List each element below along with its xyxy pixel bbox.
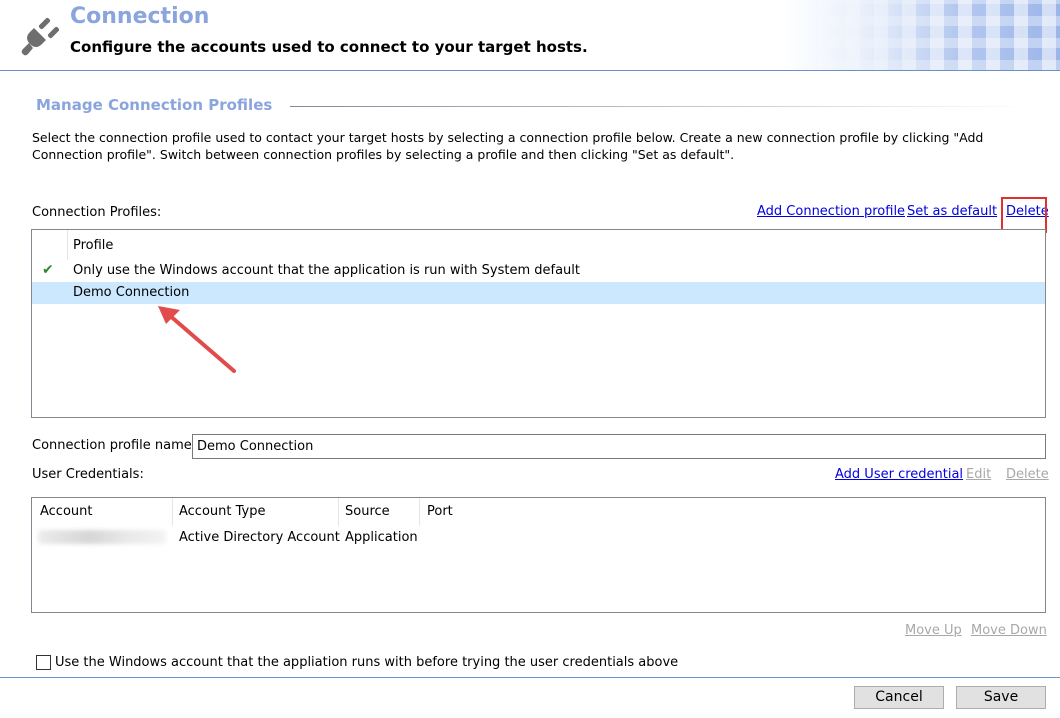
header-decoration	[790, 0, 1060, 70]
source-column-header[interactable]: Source	[345, 504, 390, 519]
credentials-table[interactable]: Account Account Type Source Port Active …	[31, 497, 1046, 613]
column-separator	[172, 498, 173, 526]
add-user-credential-link[interactable]: Add User credential	[835, 467, 963, 482]
profile-name-input[interactable]	[192, 434, 1046, 459]
checkmark-icon: ✔	[42, 262, 54, 278]
column-separator	[67, 230, 68, 260]
redacted-account-name	[38, 530, 166, 544]
section-description: Select the connection profile used to co…	[32, 130, 984, 162]
move-down-link[interactable]: Move Down	[971, 623, 1047, 638]
footer-divider	[0, 677, 1060, 678]
red-arrow-annotation	[158, 306, 236, 373]
move-up-link[interactable]: Move Up	[905, 623, 962, 638]
add-connection-profile-link[interactable]: Add Connection profile	[757, 204, 905, 219]
use-windows-account-label: Use the Windows account that the appliat…	[55, 655, 679, 670]
account-column-header[interactable]: Account	[40, 504, 93, 519]
column-separator	[338, 498, 339, 526]
page-subtitle: Configure the accounts used to connect t…	[70, 38, 588, 56]
user-credentials-label: User Credentials:	[32, 467, 144, 482]
save-button[interactable]: Save	[956, 686, 1046, 709]
page-title: Connection	[70, 4, 210, 29]
connection-profiles-label: Connection Profiles:	[32, 205, 162, 220]
profile-row-label: Demo Connection	[73, 285, 190, 300]
edit-credential-link[interactable]: Edit	[966, 467, 991, 482]
profile-name-label: Connection profile name:	[32, 438, 197, 453]
cancel-button[interactable]: Cancel	[854, 686, 944, 709]
port-column-header[interactable]: Port	[427, 504, 453, 519]
profile-row-label: Only use the Windows account that the ap…	[73, 263, 580, 278]
section-title: Manage Connection Profiles	[36, 96, 273, 114]
table-cell-account-type: Active Directory Account	[179, 530, 340, 545]
profile-row-system-default[interactable]: ✔ Only use the Windows account that the …	[32, 260, 1045, 282]
set-as-default-link[interactable]: Set as default	[907, 204, 997, 219]
section-divider	[290, 106, 1030, 107]
delete-credential-link[interactable]: Delete	[1006, 467, 1049, 482]
table-cell-source: Application	[345, 530, 418, 545]
column-separator	[419, 498, 420, 526]
plug-icon	[21, 17, 60, 56]
use-windows-account-checkbox[interactable]	[36, 655, 51, 670]
account-type-column-header[interactable]: Account Type	[179, 504, 265, 519]
delete-highlight-box	[1001, 197, 1047, 233]
profile-column-header[interactable]: Profile	[73, 238, 113, 253]
